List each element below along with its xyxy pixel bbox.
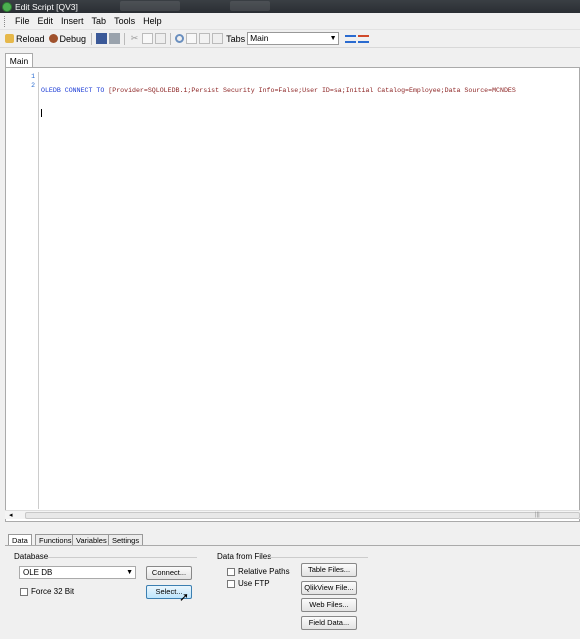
blurred-background <box>230 1 270 11</box>
code-area[interactable]: OLEDB CONNECT TO [Provider=SQLOLEDB.1;Pe… <box>39 72 579 132</box>
toolbar-separator <box>170 32 172 45</box>
find-icon[interactable] <box>175 34 185 43</box>
chevron-down-icon: ▼ <box>126 569 133 576</box>
text-caret <box>41 109 42 118</box>
relative-paths-label: Relative Paths <box>238 567 290 576</box>
data-from-files-group-label: Data from Files <box>217 552 272 561</box>
web-files-button[interactable]: Web Files... <box>301 598 357 612</box>
menu-insert[interactable]: Insert <box>57 16 88 26</box>
qlikview-file-button[interactable]: QlikView File... <box>301 581 357 595</box>
group-divider <box>268 557 368 558</box>
menu-tab[interactable]: Tab <box>88 16 111 26</box>
menu-edit[interactable]: Edit <box>34 16 58 26</box>
chevron-down-icon: ▼ <box>329 35 337 42</box>
menu-grip <box>4 15 7 27</box>
page-icon[interactable] <box>199 33 211 44</box>
script-editor[interactable]: 1 2 OLEDB CONNECT TO [Provider=SQLOLEDB.… <box>5 67 580 522</box>
mouse-cursor-icon: ➚ <box>179 590 190 604</box>
title-bar: Edit Script [QV3] <box>0 0 580 13</box>
relative-paths-checkbox[interactable]: Relative Paths <box>227 567 290 576</box>
tabs-icon[interactable] <box>212 33 224 44</box>
reload-label: Reload <box>16 33 45 44</box>
tabs-dropdown-value: Main <box>250 33 269 43</box>
horizontal-scrollbar[interactable]: ◂ ||| <box>5 510 580 519</box>
scrollbar-grip-icon: ||| <box>535 512 540 518</box>
tab-main[interactable]: Main <box>5 53 33 68</box>
app-icon <box>2 1 12 12</box>
database-group-label: Database <box>14 552 49 561</box>
debug-icon <box>48 34 58 43</box>
window-title: Edit Script [QV3] <box>15 1 78 12</box>
line-number-gutter: 1 2 <box>14 72 39 509</box>
toolbar-separator <box>124 32 126 45</box>
reload-button[interactable]: Reload <box>3 31 47 46</box>
debug-button[interactable]: Debug <box>47 31 89 46</box>
page-icon[interactable] <box>186 33 198 44</box>
database-dropdown-value: OLE DB <box>23 568 53 577</box>
blurred-background <box>120 1 180 11</box>
menu-tools[interactable]: Tools <box>110 16 139 26</box>
database-dropdown[interactable]: OLE DB ▼ <box>19 566 136 579</box>
code-line <box>39 109 579 118</box>
copy-icon[interactable] <box>142 33 154 44</box>
force-32-bit-label: Force 32 Bit <box>31 587 75 596</box>
toolbar: Reload Debug ✂ Tabs Main ▼ <box>0 30 580 48</box>
field-data-button[interactable]: Field Data... <box>301 616 357 630</box>
indent-icon[interactable] <box>345 34 357 43</box>
tabs-label: Tabs <box>226 33 246 44</box>
code-line: OLEDB CONNECT TO [Provider=SQLOLEDB.1;Pe… <box>39 86 579 95</box>
menu-help[interactable]: Help <box>139 16 166 26</box>
cut-icon[interactable]: ✂ <box>129 33 140 44</box>
code-keyword: OLEDB CONNECT TO <box>41 87 109 94</box>
use-ftp-label: Use FTP <box>238 579 270 588</box>
menu-file[interactable]: File <box>11 16 34 26</box>
paste-icon[interactable] <box>155 33 167 44</box>
tabs-dropdown[interactable]: Main ▼ <box>247 32 340 45</box>
force-32-bit-checkbox[interactable]: Force 32 Bit <box>20 587 74 596</box>
toolbar-separator <box>91 32 93 45</box>
code-connection-string: [Provider=SQLOLEDB.1;Persist Security In… <box>108 87 516 94</box>
menu-bar: File Edit Insert Tab Tools Help <box>0 13 580 30</box>
debug-label: Debug <box>59 33 87 44</box>
checkbox-box <box>227 567 235 576</box>
reload-icon <box>5 34 14 43</box>
table-files-button[interactable]: Table Files... <box>301 563 357 577</box>
group-divider <box>47 557 197 558</box>
outdent-icon[interactable] <box>358 34 370 43</box>
scrollbar-thumb[interactable] <box>25 512 580 519</box>
save-icon[interactable] <box>96 33 108 44</box>
line-number: 2 <box>31 82 35 89</box>
connect-button[interactable]: Connect... <box>146 566 192 580</box>
print-icon[interactable] <box>109 33 121 44</box>
data-panel <box>5 545 580 639</box>
use-ftp-checkbox[interactable]: Use FTP <box>227 579 270 588</box>
scroll-left-icon[interactable]: ◂ <box>9 511 13 520</box>
line-number: 1 <box>31 73 35 80</box>
checkbox-box <box>20 587 28 596</box>
checkbox-box <box>227 579 235 588</box>
